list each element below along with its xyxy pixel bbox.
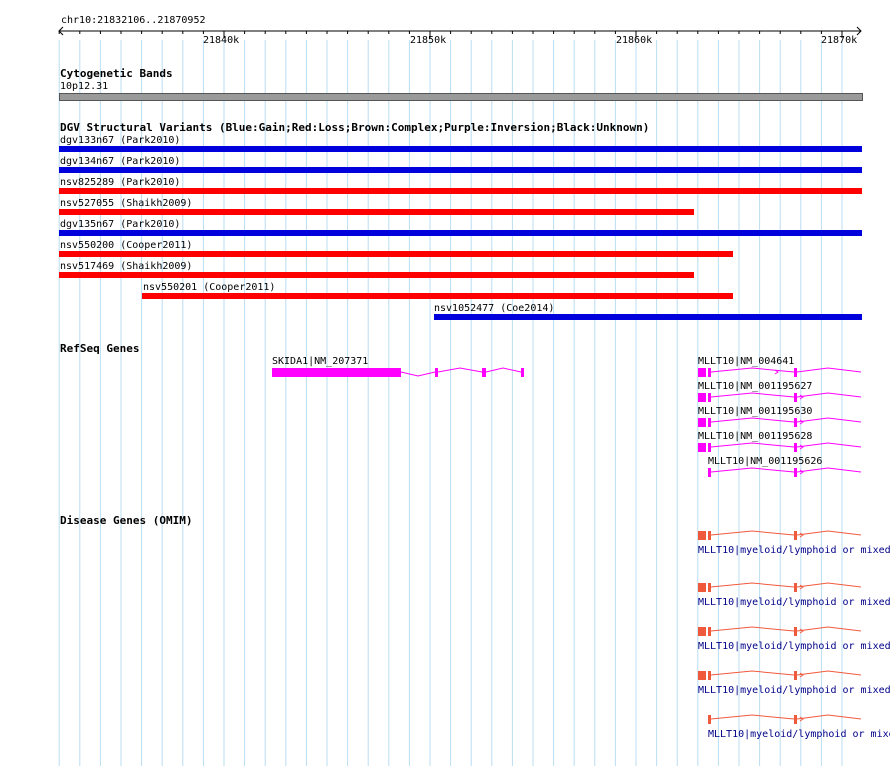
omim-gene-label: MLLT10|myeloid/lymphoid or mixed [698, 597, 890, 608]
omim-gene-label: MLLT10|myeloid/lymphoid or mixed [698, 641, 890, 652]
omim-model-1 [698, 530, 862, 540]
omim-model-3 [698, 626, 862, 636]
omim-gene-label: MLLT10|myeloid/lymphoid or mixed [698, 685, 890, 696]
omim-model-5 [708, 714, 862, 724]
omim-model-4 [698, 670, 862, 680]
omim-model-2 [698, 582, 862, 592]
omim-gene-label: MLLT10|myeloid/lymphoid or mixed [708, 729, 890, 740]
omim-gene-label: MLLT10|myeloid/lymphoid or mixed [698, 545, 890, 556]
